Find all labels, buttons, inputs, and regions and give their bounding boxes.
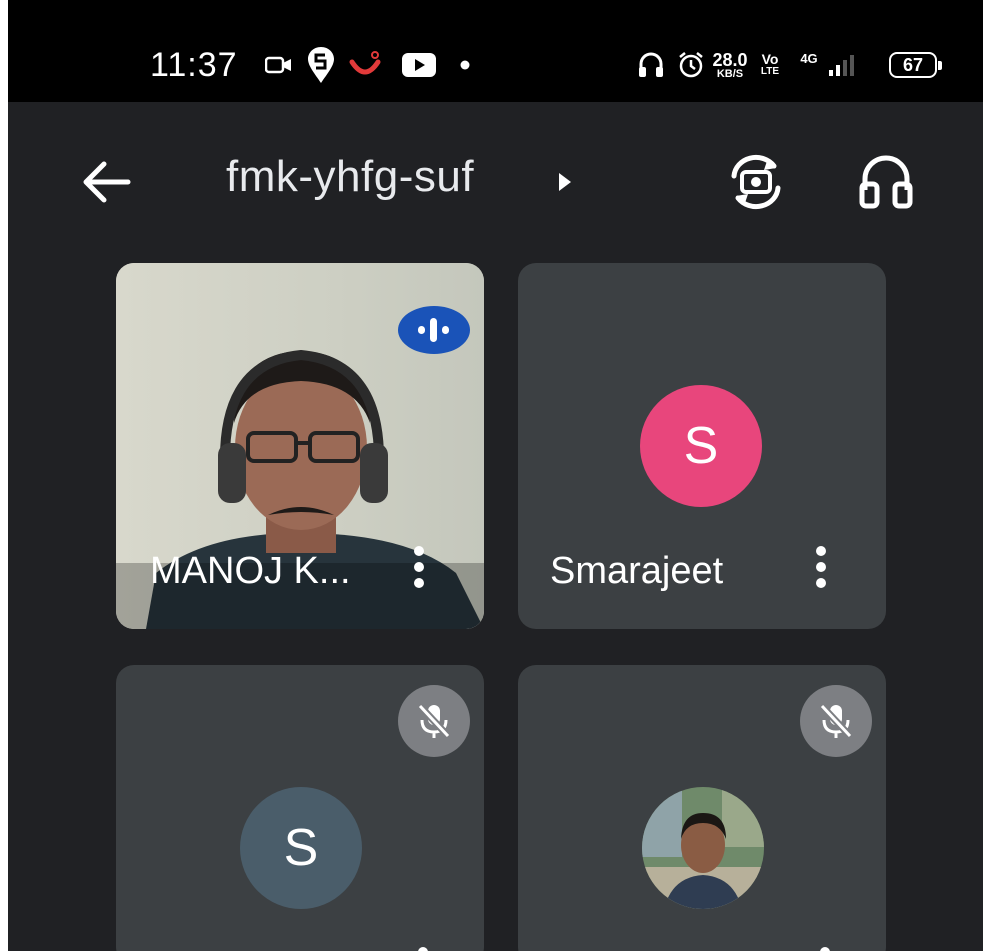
participant-tile-2[interactable]: S Smarajeet	[518, 263, 886, 629]
muted-indicator	[800, 685, 872, 757]
participant-avatar: S	[640, 385, 762, 507]
arrow-left-icon	[83, 161, 131, 203]
participant-tile-4[interactable]	[518, 665, 886, 951]
swiggy-icon	[304, 47, 338, 83]
more-options-icon[interactable]	[418, 947, 430, 951]
participant-photo-avatar	[642, 787, 764, 909]
battery-icon: 67	[884, 48, 942, 82]
network-type: 4G	[800, 51, 818, 66]
video-camera-icon	[264, 48, 294, 82]
volte-bottom: LTE	[760, 66, 780, 77]
dot-icon	[458, 48, 472, 82]
participant-tile-1[interactable]: MANOJ K...	[116, 263, 484, 629]
switch-camera-button[interactable]	[724, 152, 788, 212]
meeting-toolbar	[8, 102, 983, 252]
net-speed-unit: KB/S	[716, 68, 744, 80]
mic-off-icon	[417, 703, 451, 739]
switch-camera-icon	[731, 154, 781, 210]
profile-photo	[642, 787, 764, 909]
net-speed-value: 28.0	[712, 50, 748, 70]
more-options-icon[interactable]	[816, 546, 828, 594]
alarm-icon	[676, 48, 706, 82]
status-time: 11:37	[150, 46, 238, 84]
participant-tile-3[interactable]: S	[116, 665, 484, 951]
phone-screen: 11:37 28.0 KB/S Vo LTE 4G 67 fmk-yhfg-su…	[8, 0, 983, 951]
battery-level: 67	[902, 54, 924, 75]
back-button[interactable]	[80, 158, 132, 206]
app-icon	[348, 48, 382, 82]
more-options-icon[interactable]	[414, 546, 426, 594]
mic-off-icon	[819, 703, 853, 739]
caret-right-icon	[559, 173, 571, 191]
volte-indicator: Vo LTE	[758, 52, 782, 77]
headset-icon	[636, 48, 666, 82]
net-speed: 28.0 KB/S	[710, 50, 750, 80]
volte-top: Vo	[761, 51, 779, 67]
audio-level-icon	[418, 318, 449, 342]
headphones-icon	[859, 155, 913, 209]
signal-icon	[826, 48, 870, 82]
youtube-icon	[402, 48, 436, 82]
audio-output-button[interactable]	[858, 152, 914, 210]
muted-indicator	[398, 685, 470, 757]
participant-name: MANOJ K...	[150, 550, 351, 592]
participant-avatar: S	[240, 787, 362, 909]
status-bar: 11:37 28.0 KB/S Vo LTE 4G 67	[8, 0, 983, 102]
meeting-code[interactable]: fmk-yhfg-suf	[226, 152, 474, 202]
more-options-icon[interactable]	[820, 947, 832, 951]
participant-name: Smarajeet	[550, 550, 724, 592]
meeting-info-button[interactable]	[554, 168, 576, 196]
speaking-indicator	[398, 306, 470, 354]
